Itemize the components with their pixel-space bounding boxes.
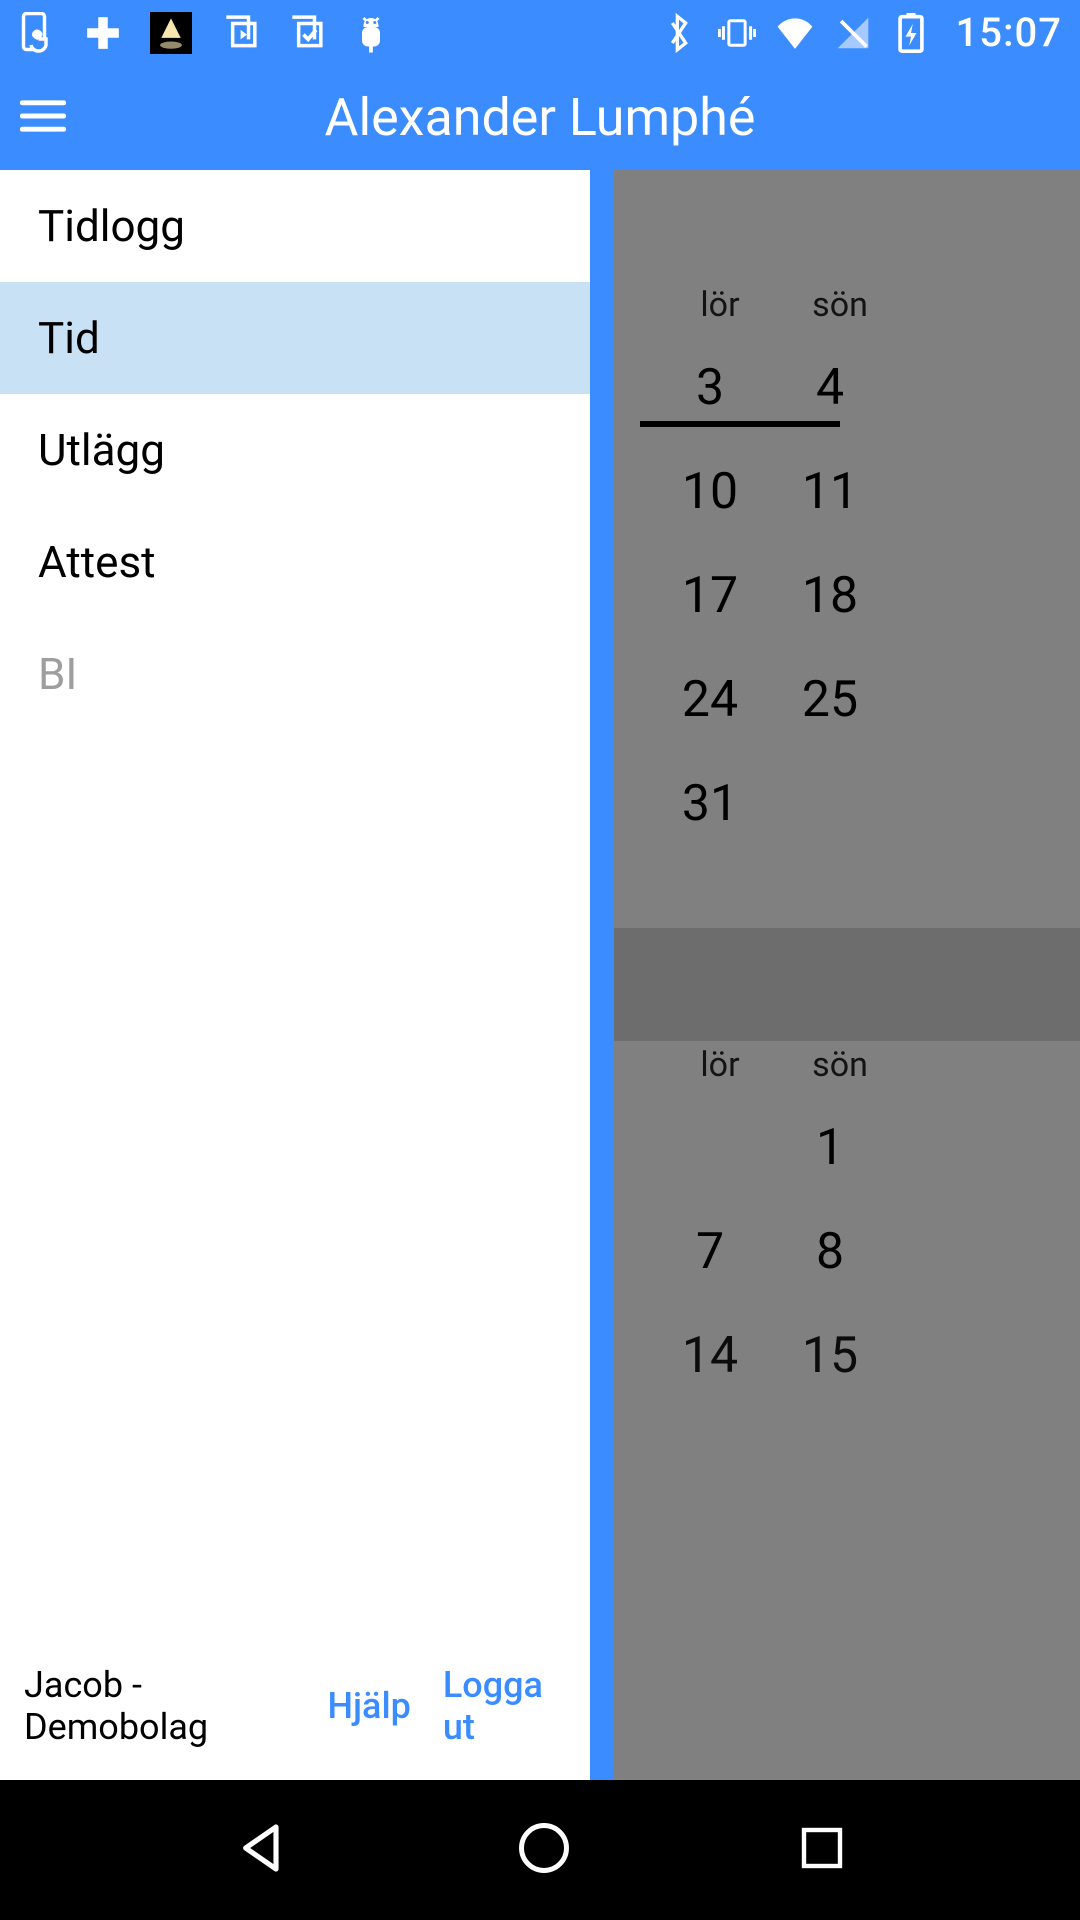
cal-day-header-sun: sön <box>780 285 900 325</box>
cal-date[interactable]: 24 <box>650 671 770 729</box>
android-status-bar: 15:07 <box>0 0 1080 65</box>
plus-icon <box>84 14 122 52</box>
android-home-icon[interactable] <box>517 1821 571 1879</box>
hamburger-menu-icon[interactable] <box>20 99 66 137</box>
cal-date[interactable]: 31 <box>650 775 770 833</box>
drawer-item-attest[interactable]: Attest <box>0 506 590 618</box>
drawer-item-utlagg[interactable]: Utlägg <box>0 394 590 506</box>
phone-shield-icon <box>18 14 56 52</box>
logout-link[interactable]: Logga ut <box>443 1664 566 1748</box>
signal-off-icon <box>834 14 872 52</box>
status-time: 15:07 <box>956 9 1062 56</box>
cal-date[interactable]: 17 <box>650 567 770 625</box>
vibrate-icon <box>718 14 756 52</box>
android-recents-icon[interactable] <box>798 1824 846 1876</box>
android-navigation-bar <box>0 1780 1080 1920</box>
cal-day-header-sun: sön <box>780 1045 900 1085</box>
cal-date[interactable] <box>770 775 890 833</box>
drawer-footer: Jacob - Demobolag Hjälp Logga ut <box>0 1640 590 1780</box>
drawer-user-label: Jacob - Demobolag <box>24 1664 295 1748</box>
help-link[interactable]: Hjälp <box>327 1685 410 1727</box>
cal-date[interactable]: 18 <box>770 567 890 625</box>
cal-date[interactable] <box>650 1119 770 1177</box>
cal-date[interactable]: 4 <box>770 359 890 417</box>
android-back-icon[interactable] <box>234 1820 290 1880</box>
status-left-icons <box>18 12 390 54</box>
cal-date[interactable]: 10 <box>650 463 770 521</box>
drawer-item-bi[interactable]: BI <box>0 618 590 730</box>
cal-date[interactable]: 7 <box>650 1223 770 1281</box>
cal-day-header-sat: lör <box>660 1045 780 1085</box>
android-debug-icon <box>352 14 390 52</box>
cal-date[interactable]: 25 <box>770 671 890 729</box>
bluetooth-icon <box>660 14 698 52</box>
cal-day-header-sat: lör <box>660 285 780 325</box>
play-store-notif-icon-2 <box>286 14 324 52</box>
cal-date[interactable]: 1 <box>770 1119 890 1177</box>
app-bar: Alexander Lumphé <box>0 65 1080 170</box>
cal-date[interactable]: 3 <box>650 359 770 417</box>
wifi-icon <box>776 14 814 52</box>
cal-date[interactable]: 11 <box>770 463 890 521</box>
cal-date[interactable]: 8 <box>770 1223 890 1281</box>
status-right-icons: 15:07 <box>660 9 1062 56</box>
cal-date[interactable]: 14 <box>650 1327 770 1385</box>
drawer-edge <box>590 170 614 1780</box>
play-store-notif-icon-1 <box>220 14 258 52</box>
navigation-drawer: Tidlogg Tid Utlägg Attest BI Jacob - Dem… <box>0 170 590 1780</box>
drawer-item-tid[interactable]: Tid <box>0 282 590 394</box>
page-title: Alexander Lumphé <box>0 87 1080 148</box>
cal-date[interactable]: 15 <box>770 1327 890 1385</box>
lamp-icon <box>150 12 192 54</box>
battery-charging-icon <box>892 14 930 52</box>
drawer-item-tidlogg[interactable]: Tidlogg <box>0 170 590 282</box>
